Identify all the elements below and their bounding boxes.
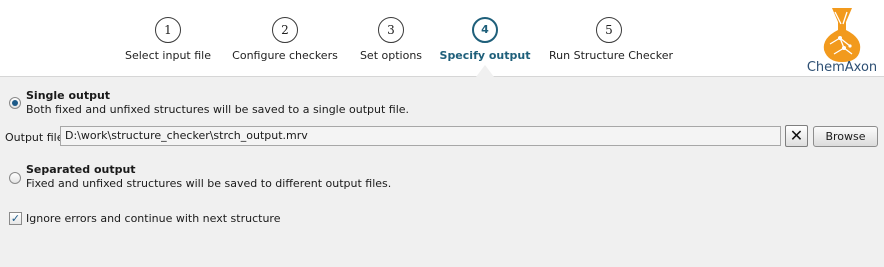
separated-output-title[interactable]: Separated output: [26, 163, 136, 176]
wizard-step-configure-checkers[interactable]: 2 Configure checkers: [225, 17, 345, 62]
step-label: Configure checkers: [232, 49, 338, 62]
close-icon: ✕: [789, 126, 804, 145]
ignore-errors-label[interactable]: Ignore errors and continue with next str…: [26, 212, 280, 225]
clear-output-file-button[interactable]: ✕: [785, 125, 808, 147]
output-file-label: Output file: [5, 131, 64, 144]
checkmark-icon: ✓: [10, 212, 21, 225]
single-output-radio[interactable]: [9, 97, 21, 109]
wizard-step-run-structure-checker[interactable]: 5 Run Structure Checker: [549, 17, 673, 62]
step-label: Select input file: [125, 49, 211, 62]
step-number: 5: [596, 17, 622, 43]
single-output-title[interactable]: Single output: [26, 89, 110, 102]
chemaxon-flask-icon: [823, 8, 861, 62]
browse-button[interactable]: Browse: [813, 126, 878, 147]
step-label: Run Structure Checker: [549, 49, 673, 62]
separated-output-radio[interactable]: [9, 172, 21, 184]
active-step-pointer: [476, 65, 494, 77]
step-number: 1: [155, 17, 181, 43]
step-label: Specify output: [439, 49, 531, 62]
output-file-field[interactable]: D:\work\structure_checker\strch_output.m…: [60, 126, 781, 146]
step-number: 4: [472, 17, 498, 43]
step-number: 3: [378, 17, 404, 43]
single-output-description: Both fixed and unfixed structures will b…: [26, 103, 410, 116]
chemaxon-logo: ChemAxon: [800, 4, 884, 76]
separated-output-description: Fixed and unfixed structures will be sav…: [26, 177, 392, 190]
wizard-step-select-input[interactable]: 1 Select input file: [108, 17, 228, 62]
logo-text: ChemAxon: [806, 60, 878, 75]
step-number: 2: [272, 17, 298, 43]
wizard-step-specify-output[interactable]: 4 Specify output: [425, 17, 545, 62]
wizard-header: 1 Select input file 2 Configure checkers…: [0, 0, 884, 77]
ignore-errors-checkbox[interactable]: ✓: [9, 212, 22, 225]
